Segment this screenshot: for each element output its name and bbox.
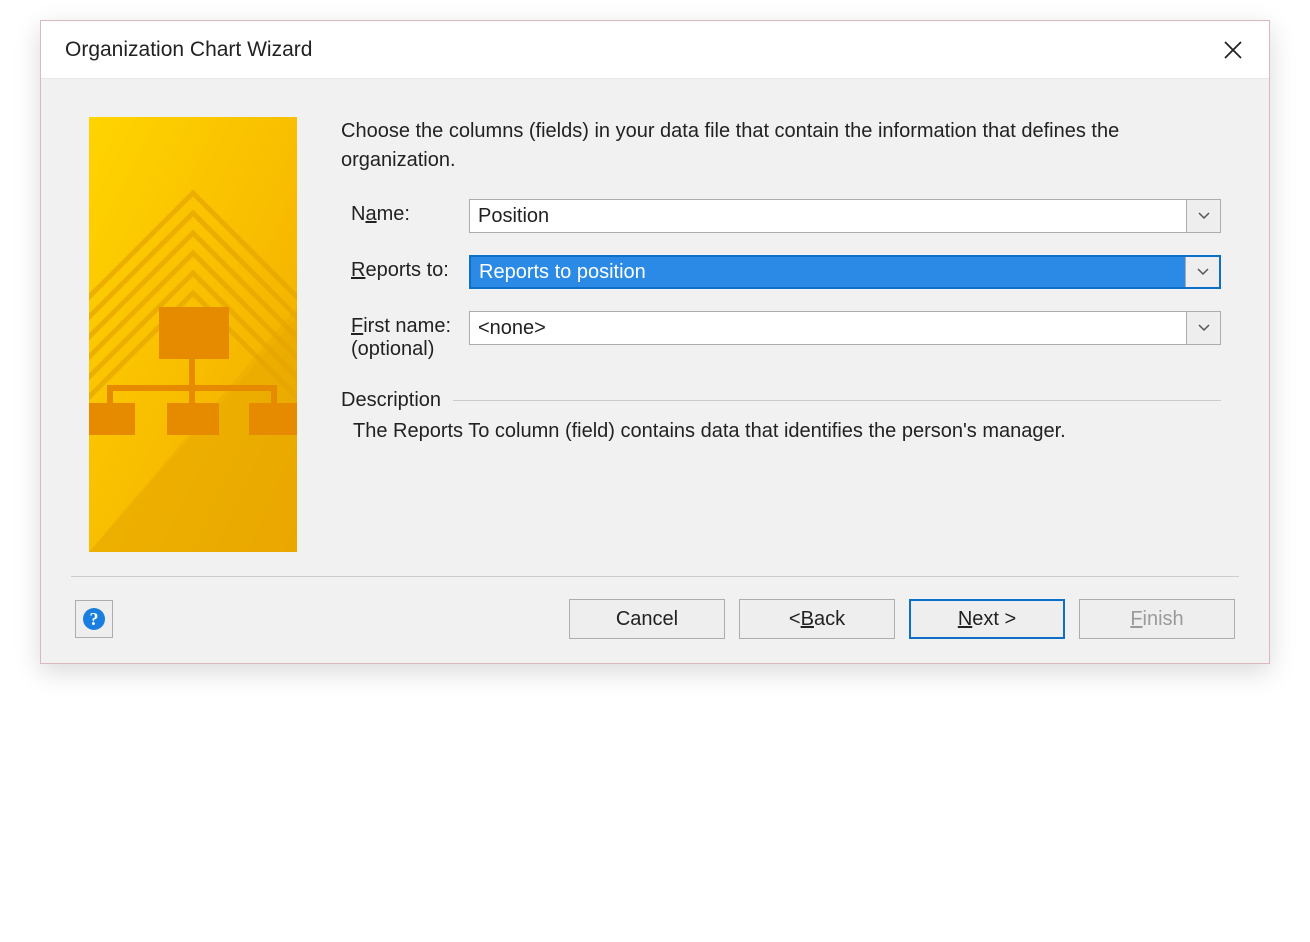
description-section: Description The Reports To column (field…: [341, 389, 1221, 443]
chevron-down-icon: [1198, 212, 1210, 220]
back-button[interactable]: < Back: [739, 599, 895, 639]
dialog-footer: ? Cancel < Back Next > Finish: [71, 576, 1239, 663]
svg-text:?: ?: [90, 609, 99, 629]
first-name-row: First name: (optional) <none>: [341, 311, 1221, 361]
first-name-label: First name:: [341, 311, 469, 338]
chevron-down-icon: [1198, 324, 1210, 332]
name-dropdown[interactable]: Position: [469, 199, 1221, 233]
description-text: The Reports To column (field) contains d…: [341, 412, 1221, 443]
finish-button: Finish: [1079, 599, 1235, 639]
name-label: Name:: [341, 199, 469, 226]
name-dropdown-arrow[interactable]: [1186, 200, 1220, 232]
cancel-button[interactable]: Cancel: [569, 599, 725, 639]
form-area: Choose the columns (fields) in your data…: [341, 117, 1221, 552]
close-button[interactable]: [1213, 30, 1253, 70]
first-name-dropdown-value: <none>: [470, 312, 1186, 344]
reports-to-dropdown-arrow[interactable]: [1185, 257, 1219, 287]
help-button[interactable]: ?: [75, 600, 113, 638]
chevron-down-icon: [1197, 268, 1209, 276]
reports-to-dropdown[interactable]: Reports to position: [469, 255, 1221, 289]
wizard-illustration: [89, 117, 297, 552]
dialog-content: Choose the columns (fields) in your data…: [41, 79, 1269, 576]
first-name-dropdown[interactable]: <none>: [469, 311, 1221, 345]
reports-to-label: Reports to:: [341, 255, 469, 282]
first-name-optional: (optional): [341, 338, 469, 361]
wizard-dialog: Organization Chart Wizard: [40, 20, 1270, 664]
description-label: Description: [341, 389, 441, 412]
name-dropdown-value: Position: [470, 200, 1186, 232]
reports-to-row: Reports to: Reports to position: [341, 255, 1221, 289]
reports-to-dropdown-value: Reports to position: [471, 257, 1185, 287]
dialog-title: Organization Chart Wizard: [65, 38, 312, 62]
name-row: Name: Position: [341, 199, 1221, 233]
next-button[interactable]: Next >: [909, 599, 1065, 639]
description-divider: [453, 400, 1221, 401]
first-name-dropdown-arrow[interactable]: [1186, 312, 1220, 344]
titlebar: Organization Chart Wizard: [41, 21, 1269, 79]
description-header: Description: [341, 389, 1221, 412]
intro-text: Choose the columns (fields) in your data…: [341, 117, 1221, 175]
close-icon: [1223, 40, 1243, 60]
first-name-label-group: First name: (optional): [341, 311, 469, 361]
help-icon: ?: [82, 607, 106, 631]
